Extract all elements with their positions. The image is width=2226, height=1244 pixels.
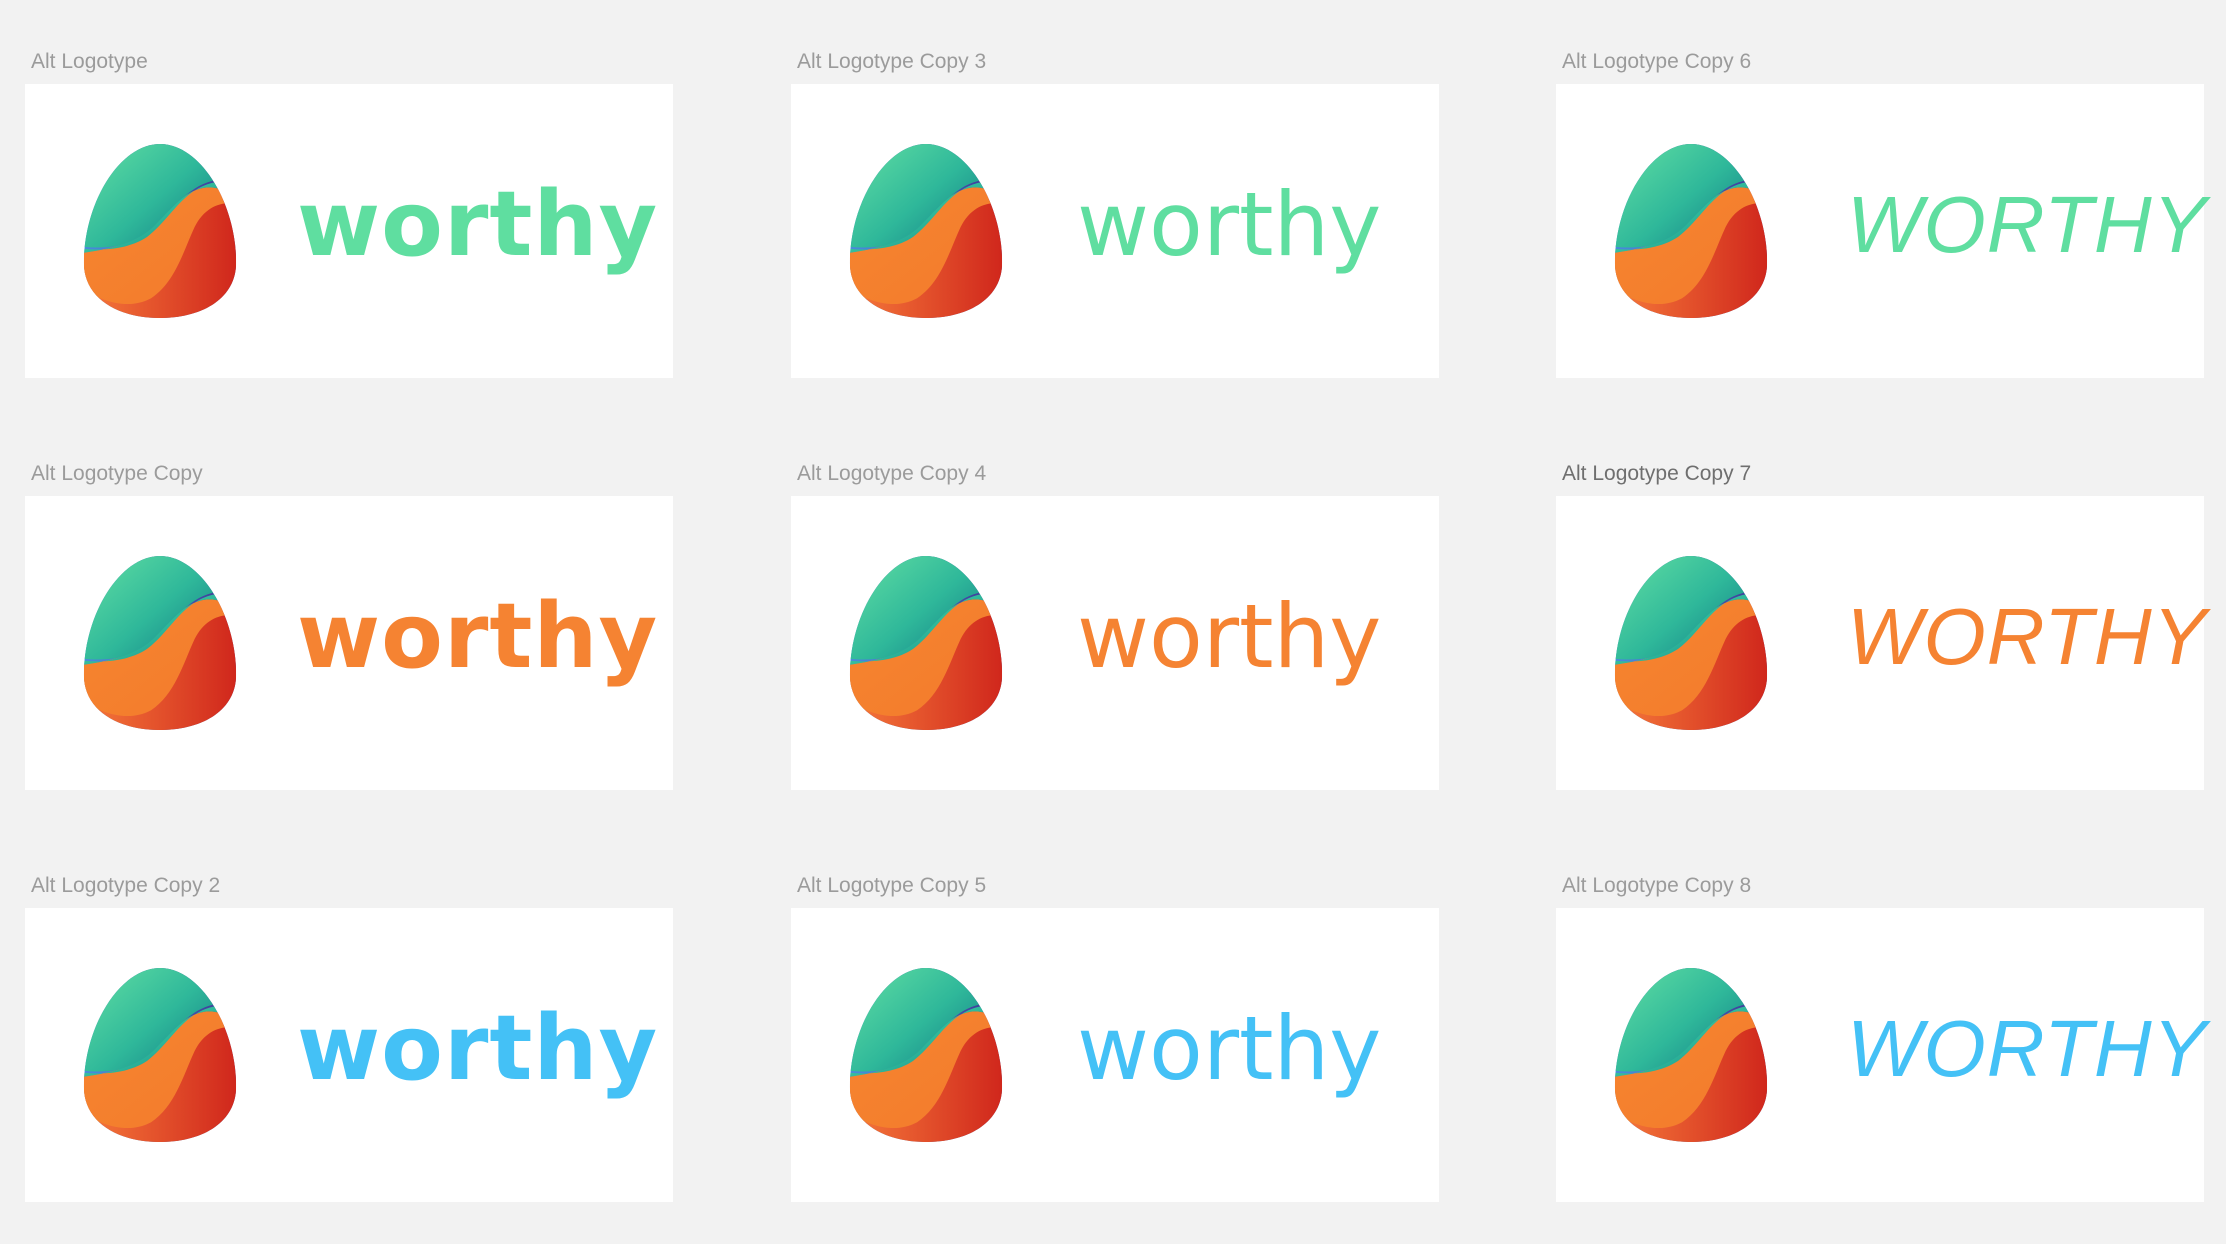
worthy-egg-logo-icon: [849, 143, 1003, 319]
artboard-label[interactable]: Alt Logotype Copy 4: [797, 462, 986, 486]
worthy-egg-logo-icon: [83, 555, 237, 731]
artboard-canvas[interactable]: WORTHY: [1556, 496, 2208, 790]
artboard-label[interactable]: Alt Logotype Copy 6: [1562, 50, 1751, 74]
wordmark: worthy: [297, 172, 659, 277]
artboard-canvas[interactable]: worthy: [25, 496, 673, 790]
artboard-label[interactable]: Alt Logotype Copy 5: [797, 874, 986, 898]
wordmark: worthy: [297, 996, 659, 1101]
artboard-canvas[interactable]: worthy: [791, 496, 1439, 790]
artboard-canvas[interactable]: WORTHY: [1556, 84, 2208, 378]
worthy-egg-logo-icon: [1614, 555, 1768, 731]
worthy-egg-logo-icon: [1614, 967, 1768, 1143]
artboard-canvas[interactable]: worthy: [25, 84, 673, 378]
artboard-canvas[interactable]: worthy: [791, 908, 1439, 1202]
artboard-label[interactable]: Alt Logotype Copy 7: [1562, 462, 1751, 486]
worthy-egg-logo-icon: [849, 555, 1003, 731]
wordmark: WORTHY: [1847, 592, 2208, 681]
worthy-egg-logo-icon: [849, 967, 1003, 1143]
artboard-label[interactable]: Alt Logotype Copy 3: [797, 50, 986, 74]
artboard-canvas[interactable]: worthy: [25, 908, 673, 1202]
artboard-label[interactable]: Alt Logotype: [31, 50, 148, 74]
wordmark: WORTHY: [1847, 180, 2208, 269]
artboard-canvas[interactable]: worthy: [791, 84, 1439, 378]
artboard-canvas[interactable]: WORTHY: [1556, 908, 2208, 1202]
wordmark: worthy: [1077, 997, 1382, 1100]
wordmark: worthy: [1077, 173, 1382, 276]
artboard-label[interactable]: Alt Logotype Copy 8: [1562, 874, 1751, 898]
artboard-label[interactable]: Alt Logotype Copy 2: [31, 874, 220, 898]
worthy-egg-logo-icon: [1614, 143, 1768, 319]
wordmark: worthy: [1077, 585, 1382, 688]
worthy-egg-logo-icon: [83, 143, 237, 319]
artboard-label[interactable]: Alt Logotype Copy: [31, 462, 203, 486]
wordmark: WORTHY: [1847, 1004, 2208, 1093]
wordmark: worthy: [297, 584, 659, 689]
worthy-egg-logo-icon: [83, 967, 237, 1143]
